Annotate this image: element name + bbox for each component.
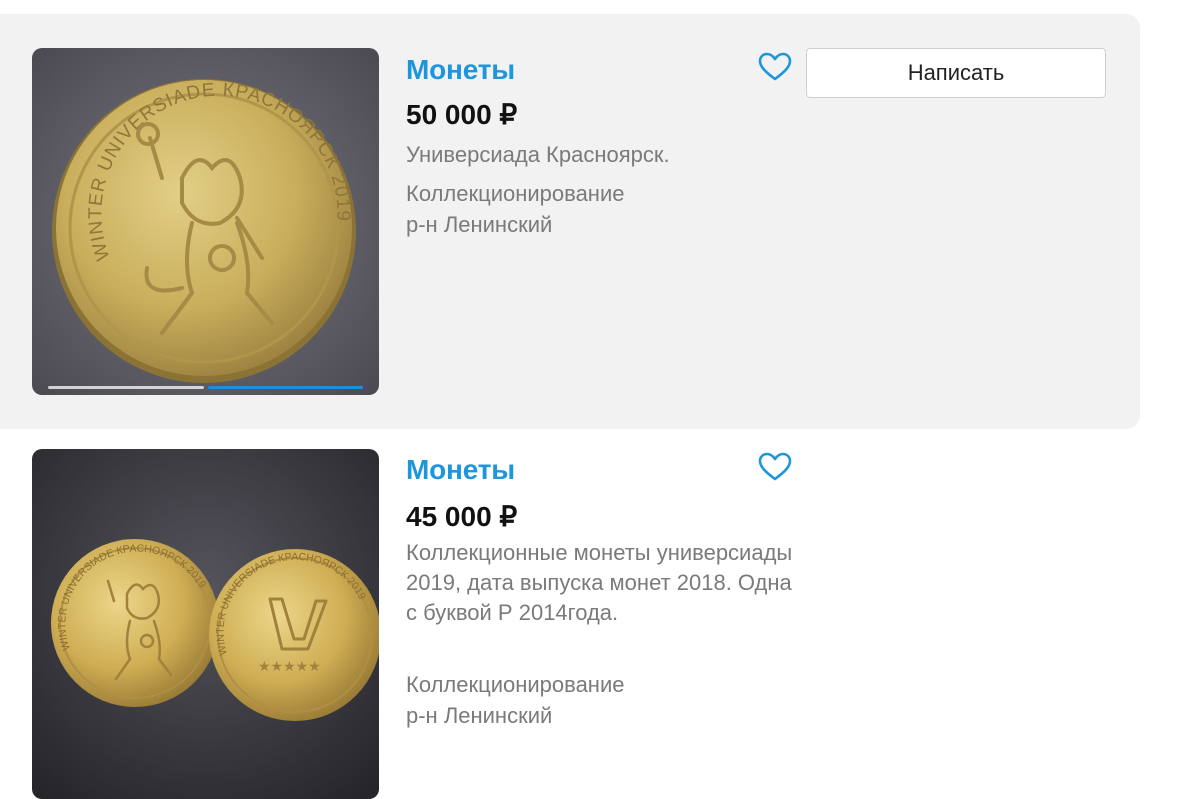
listing-category: Коллекционирование: [406, 181, 625, 206]
listing-description: Коллекционные монеты универсиады 2019, д…: [406, 540, 793, 625]
listing-meta: Коллекционирование р-н Ленинский: [406, 178, 625, 240]
heart-outline-icon[interactable]: [758, 52, 792, 82]
listing-card[interactable]: WINTER UNIVERSIADE КРАСНОЯРСК 2019 Монет…: [0, 14, 1140, 429]
coin-photo-image: WINTER UNIVERSIADE КРАСНОЯРСК 2019: [32, 48, 379, 395]
listing-category: Коллекционирование: [406, 672, 625, 697]
listing-title[interactable]: Монеты: [406, 54, 515, 86]
listing-district: р-н Ленинский: [406, 212, 553, 237]
coins-photo-image: WINTER UNIVERSIADE КРАСНОЯРСК 2019 WINTE…: [32, 449, 379, 799]
svg-text:★★★★★: ★★★★★: [258, 659, 321, 675]
listing-description: Универсиада Красноярск.: [406, 142, 670, 167]
gallery-dot[interactable]: [48, 386, 204, 389]
listing-title[interactable]: Монеты: [406, 454, 515, 486]
heart-outline-icon[interactable]: [758, 452, 792, 482]
listing-meta: Коллекционирование р-н Ленинский: [406, 669, 625, 731]
listing-district: р-н Ленинский: [406, 703, 553, 728]
listing-price: 50 000 ₽: [406, 99, 518, 130]
listing-card[interactable]: WINTER UNIVERSIADE КРАСНОЯРСК 2019 WINTE…: [0, 448, 1140, 799]
listing-photo[interactable]: WINTER UNIVERSIADE КРАСНОЯРСК 2019 WINTE…: [32, 449, 379, 799]
gallery-indicator: [48, 386, 363, 389]
gallery-dot-active[interactable]: [207, 386, 363, 389]
listing-price: 45 000 ₽: [406, 501, 518, 532]
write-message-button[interactable]: Написать: [806, 48, 1106, 98]
listing-photo[interactable]: WINTER UNIVERSIADE КРАСНОЯРСК 2019: [32, 48, 379, 395]
